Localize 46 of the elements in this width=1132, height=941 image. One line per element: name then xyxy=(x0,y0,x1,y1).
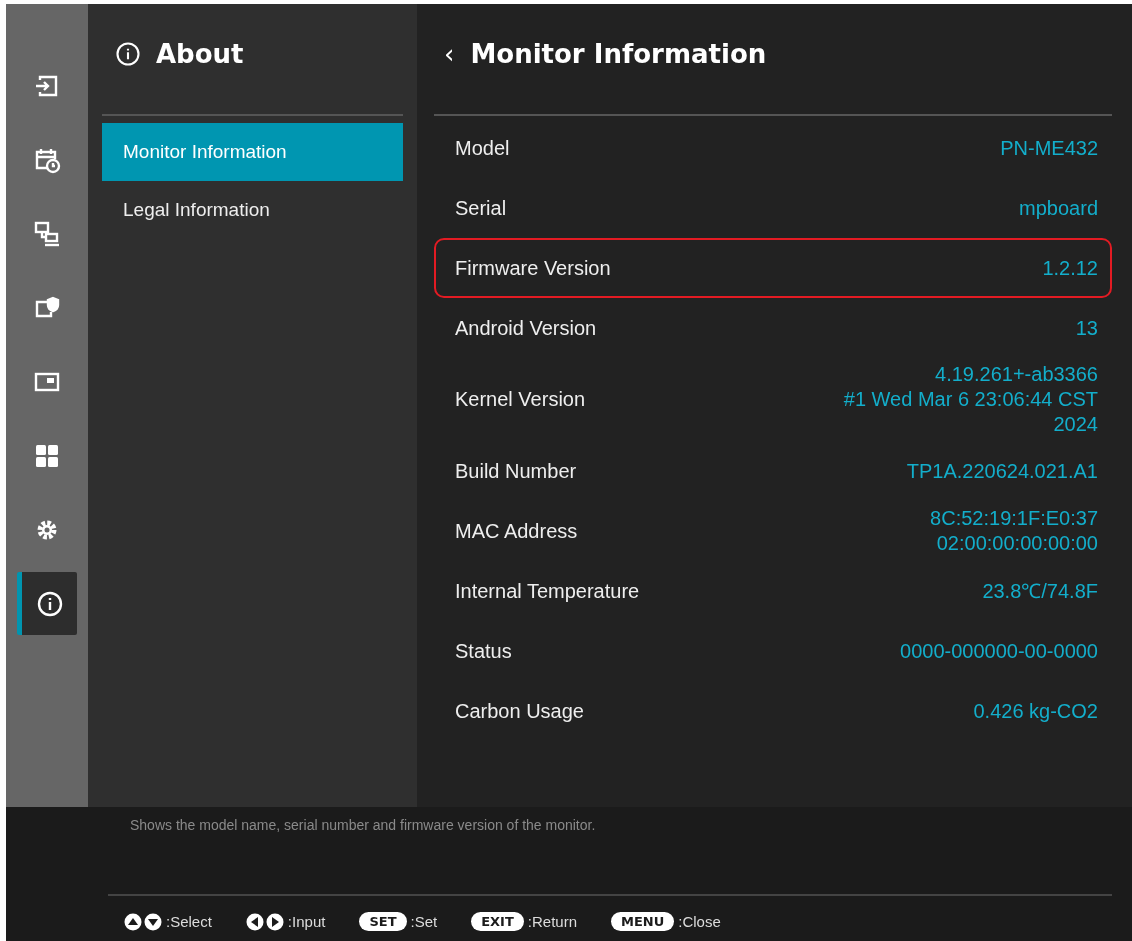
back-button[interactable]: ‹ xyxy=(444,39,455,69)
key-badge: SET xyxy=(359,912,407,931)
info-value: mpboard xyxy=(1019,195,1098,221)
hint-label: :Return xyxy=(527,913,577,930)
hint-label: :Set xyxy=(410,913,438,930)
menu-item[interactable]: Monitor Information xyxy=(102,123,403,181)
info-value: 4.19.261+-ab3366 #1 Wed Mar 6 23:06:44 CST 2024 xyxy=(843,362,1098,437)
info-value: 13 xyxy=(1075,315,1098,341)
info-value: 1.2.12 xyxy=(1042,255,1098,281)
input-icon xyxy=(34,75,58,96)
grid-icon xyxy=(36,444,58,467)
settings-icon xyxy=(37,520,57,539)
info-value: PN-ME432 xyxy=(1000,135,1098,161)
info-label: Android Version xyxy=(455,316,597,340)
menu-item[interactable]: Legal Information xyxy=(102,181,403,239)
screen-shield-icon xyxy=(35,296,60,317)
screens-icon xyxy=(34,221,59,246)
hint-label: :Close xyxy=(678,913,721,930)
info-label: Carbon Usage xyxy=(455,699,584,723)
info-label: Firmware Version xyxy=(455,256,611,280)
key-badge: MENU xyxy=(611,912,675,931)
info-value: 0000-000000-00-0000 xyxy=(900,638,1098,664)
description-text: Shows the model name, serial number and firmware version of the monitor. xyxy=(129,817,597,833)
info-value: 23.8℃/74.8F xyxy=(982,578,1098,604)
info-icon xyxy=(114,40,142,68)
info-label: Internal Temperature xyxy=(455,579,640,603)
info-value: 0.426 kg-CO2 xyxy=(973,698,1098,724)
info-label: Kernel Version xyxy=(455,388,586,411)
picture-in-picture-icon xyxy=(34,372,60,391)
calendar-clock-icon xyxy=(35,147,61,173)
hint-label: :Input xyxy=(287,913,326,930)
info-value: TP1A.220624.021.A1 xyxy=(906,458,1098,484)
sidebar-info-button[interactable] xyxy=(17,572,77,635)
info-label: Status xyxy=(455,639,512,663)
info-label: Serial xyxy=(455,196,507,220)
info-label: Model xyxy=(455,136,510,160)
key-badge: EXIT xyxy=(471,912,524,931)
hint-label: :Select xyxy=(166,913,212,930)
info-label: MAC Address xyxy=(455,519,578,543)
page-title: Monitor Information xyxy=(470,39,767,69)
info-label: Build Number xyxy=(455,459,577,483)
panel-title: About xyxy=(156,39,244,69)
left-right-keys-icon xyxy=(245,912,284,931)
info-icon xyxy=(37,591,62,616)
up-down-keys-icon xyxy=(124,912,162,931)
info-value: 8C:52:19:1F:E0:37 02:00:00:00:00:00 xyxy=(930,506,1098,556)
